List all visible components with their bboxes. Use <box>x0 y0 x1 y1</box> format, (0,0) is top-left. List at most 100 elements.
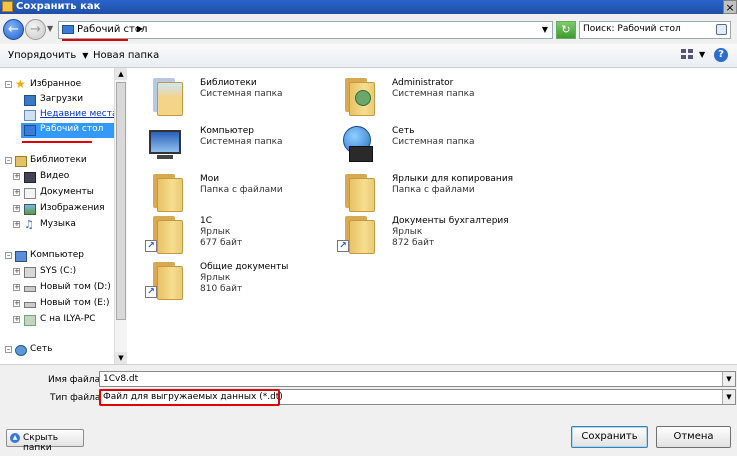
nav-item-network[interactable]: – Сеть <box>0 343 114 358</box>
nav-item-drive-d[interactable]: + Новый том (D:) <box>0 281 114 296</box>
nav-item-favorites[interactable]: – ★ Избранное <box>0 77 114 93</box>
chevron-up-icon: ▲ <box>10 433 20 443</box>
search-icon[interactable] <box>716 24 727 35</box>
expand-icon[interactable]: + <box>13 300 20 307</box>
list-item-accounting-docs[interactable]: ↗ Документы бухгалтерия Ярлык 872 байт <box>335 214 535 258</box>
expand-icon[interactable]: + <box>13 189 20 196</box>
expand-icon[interactable]: + <box>13 284 20 291</box>
nav-item-recent[interactable]: Недавние места <box>0 108 118 123</box>
help-icon[interactable]: ? <box>714 48 728 62</box>
organize-button[interactable]: Упорядочить ▼ <box>8 50 88 61</box>
item-type: Ярлык <box>200 273 231 283</box>
nav-item-desktop[interactable]: Рабочий стол <box>21 123 114 138</box>
view-options-icon[interactable] <box>681 49 695 61</box>
list-item-libraries[interactable]: Библиотеки Системная папка <box>143 76 343 120</box>
refresh-button[interactable]: ↻ <box>556 21 576 39</box>
collapse-icon[interactable]: – <box>5 157 12 164</box>
expand-icon[interactable]: + <box>13 173 20 180</box>
highlight-underline <box>62 39 128 41</box>
nav-item-video[interactable]: + Видео <box>0 170 114 185</box>
list-item-1c[interactable]: ↗ 1С Ярлык 677 байт <box>143 214 343 258</box>
nav-scrollbar[interactable]: ▲ ▼ <box>114 68 127 364</box>
nav-item-label: Загрузки <box>40 94 84 104</box>
nav-item-label: Сеть <box>30 344 53 354</box>
scroll-thumb[interactable] <box>116 82 126 320</box>
search-input[interactable]: Поиск: Рабочий стол <box>579 21 731 39</box>
drive-icon <box>24 267 36 278</box>
forward-button[interactable]: → <box>25 19 46 40</box>
nav-item-label: Компьютер <box>30 250 84 260</box>
chevron-down-icon[interactable]: ▼ <box>542 25 548 34</box>
history-dropdown-icon[interactable]: ▼ <box>47 24 53 33</box>
collapse-icon[interactable]: – <box>5 346 12 353</box>
shortcut-folder-icon: ↗ <box>335 214 377 254</box>
list-item-moi[interactable]: Мои Папка с файлами <box>143 172 343 216</box>
item-name: 1С <box>200 216 213 226</box>
filename-input[interactable]: 1Cv8.dt ▼ <box>99 371 736 387</box>
expand-icon[interactable]: + <box>13 205 20 212</box>
network-icon <box>15 345 27 356</box>
collapse-icon[interactable]: – <box>5 252 12 259</box>
music-icon: ♫ <box>24 218 34 231</box>
filetype-label: Тип файла: <box>50 393 104 403</box>
shortcut-arrow-icon: ↗ <box>337 240 349 252</box>
expand-icon[interactable]: + <box>13 221 20 228</box>
file-list: Библиотеки Системная папка Administrator… <box>127 68 737 364</box>
chevron-down-icon[interactable]: ▼ <box>722 390 735 404</box>
address-field[interactable]: Рабочий стол ▶ ▼ <box>58 21 553 39</box>
libraries-icon <box>15 156 27 167</box>
video-icon <box>24 172 36 183</box>
nav-item-documents[interactable]: + Документы <box>0 186 114 201</box>
network-drive-icon <box>24 315 36 326</box>
nav-item-downloads[interactable]: Загрузки <box>0 93 114 108</box>
chevron-right-icon[interactable]: ▶ <box>137 24 143 33</box>
new-folder-button[interactable]: Новая папка <box>93 50 159 61</box>
search-placeholder: Поиск: Рабочий стол <box>583 24 681 34</box>
item-type: Ярлык <box>392 227 423 237</box>
nav-item-drive-e[interactable]: + Новый том (E:) <box>0 297 114 312</box>
list-item-administrator[interactable]: Administrator Системная папка <box>335 76 535 120</box>
item-type: Системная папка <box>200 137 283 147</box>
nav-item-label: Рабочий стол <box>40 124 104 134</box>
organize-label: Упорядочить <box>8 50 77 61</box>
close-button[interactable]: × <box>723 0 737 14</box>
desktop-icon <box>24 125 36 136</box>
nav-item-label: SYS (C:) <box>40 266 77 276</box>
documents-icon <box>24 188 36 199</box>
nav-item-label: Библиотеки <box>30 155 87 165</box>
save-button[interactable]: Сохранить <box>571 426 648 448</box>
item-size: 677 байт <box>200 238 243 248</box>
cancel-button[interactable]: Отмена <box>656 426 731 448</box>
chevron-down-icon[interactable]: ▼ <box>722 372 735 386</box>
list-item-network[interactable]: Сеть Системная папка <box>335 124 535 168</box>
collapse-icon[interactable]: – <box>5 81 12 88</box>
back-button[interactable]: ← <box>3 19 24 40</box>
shortcut-folder-icon: ↗ <box>143 260 185 300</box>
shortcut-arrow-icon: ↗ <box>145 240 157 252</box>
scroll-down-icon[interactable]: ▼ <box>115 352 127 364</box>
expand-icon[interactable]: + <box>13 316 20 323</box>
item-type: Системная папка <box>392 89 475 99</box>
title-bar: Сохранить как × <box>0 0 737 14</box>
nav-item-images[interactable]: + Изображения <box>0 202 114 217</box>
nav-item-network-drive[interactable]: + C на ILYA-PC <box>0 313 114 328</box>
star-icon: ★ <box>15 77 26 91</box>
item-type: Папка с файлами <box>200 185 283 195</box>
list-item-shared-docs[interactable]: ↗ Общие документы Ярлык 810 байт <box>143 260 343 304</box>
nav-item-music[interactable]: + ♫ Музыка <box>0 218 114 233</box>
hide-folders-button[interactable]: ▲ Скрыть папки <box>6 429 84 453</box>
folder-icon <box>335 172 377 212</box>
scroll-up-icon[interactable]: ▲ <box>115 68 127 80</box>
hide-folders-label: Скрыть папки <box>23 433 59 453</box>
nav-item-label: Избранное <box>30 79 82 89</box>
list-item-shortcuts-folder[interactable]: Ярлыки для копирования Папка с файлами <box>335 172 535 216</box>
folder-icon <box>2 1 13 12</box>
chevron-down-icon: ▼ <box>82 51 89 60</box>
nav-item-computer[interactable]: – Компьютер <box>0 249 114 264</box>
nav-item-drive-c[interactable]: + SYS (C:) <box>0 265 114 280</box>
nav-item-libraries[interactable]: – Библиотеки <box>0 154 114 169</box>
expand-icon[interactable]: + <box>13 268 20 275</box>
filename-label: Имя файла: <box>48 375 104 385</box>
chevron-down-icon[interactable]: ▼ <box>699 50 705 59</box>
list-item-computer[interactable]: Компьютер Системная папка <box>143 124 343 168</box>
